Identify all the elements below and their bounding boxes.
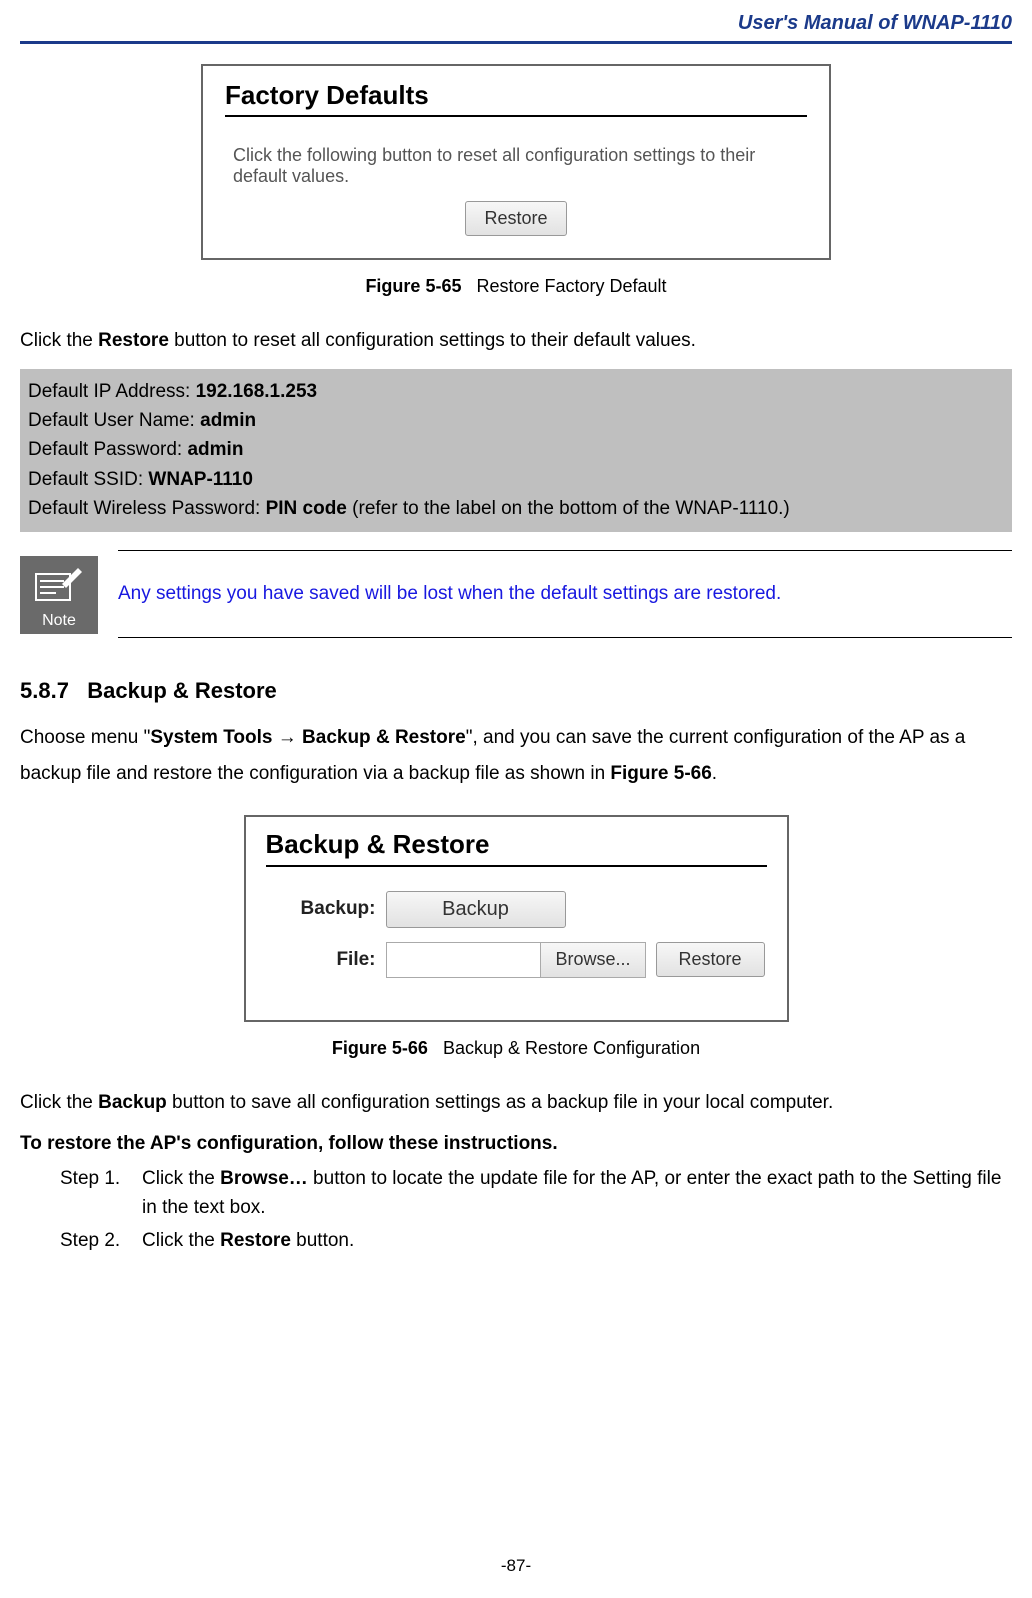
backup-button[interactable]: Backup — [386, 891, 566, 928]
restore-steps: Step 1. Click the Browse… button to loca… — [60, 1164, 1012, 1256]
file-text-field[interactable] — [387, 943, 541, 977]
default-wpass-row: Default Wireless Password: PIN code (ref… — [28, 494, 1004, 523]
figure-5-65-caption: Figure 5-65 Restore Factory Default — [20, 276, 1012, 297]
section-title: Backup & Restore — [87, 678, 277, 703]
restore-button[interactable]: Restore — [465, 201, 566, 236]
backup-restore-intro: Choose menu "System Tools → Backup & Res… — [20, 720, 1012, 792]
default-wpass-label: Default Wireless Password: — [28, 498, 266, 519]
file-label: File: — [266, 949, 376, 971]
intro-system-tools: System Tools — [150, 727, 272, 748]
figure-5-66-text: Backup & Restore Configuration — [443, 1038, 700, 1058]
page-header-title: User's Manual of WNAP-1110 — [20, 0, 1012, 41]
defaults-box: Default IP Address: 192.168.1.253 Defaul… — [20, 369, 1012, 532]
backup-restore-rule — [266, 865, 767, 867]
default-user-row: Default User Name: admin — [28, 406, 1004, 435]
note-block: Note Any settings you have saved will be… — [20, 550, 1012, 639]
step-1-label: Step 1. — [60, 1164, 142, 1223]
restore-heading: To restore the AP's configuration, follo… — [20, 1130, 1012, 1158]
step-2-bold: Restore — [220, 1230, 291, 1251]
step-2-text: Click the Restore button. — [142, 1226, 354, 1255]
step-2-label: Step 2. — [60, 1226, 142, 1255]
note-text: Any settings you have saved will be lost… — [118, 581, 1012, 608]
default-ssid-value: WNAP-1110 — [148, 469, 253, 490]
file-input[interactable]: Browse... — [386, 942, 646, 978]
default-pass-row: Default Password: admin — [28, 435, 1004, 464]
step-2-post: button. — [291, 1230, 354, 1251]
page-number: -87- — [0, 1556, 1032, 1576]
intro-figure-ref: Figure 5-66 — [610, 763, 711, 784]
intro-arrow: → — [272, 727, 302, 748]
backup-label: Backup: — [266, 898, 376, 920]
default-ssid-row: Default SSID: WNAP-1110 — [28, 465, 1004, 494]
restore-instruction: Click the Restore button to reset all co… — [20, 327, 1012, 355]
restore-instruction-bold: Restore — [98, 330, 169, 351]
figure-5-66-label: Figure 5-66 — [332, 1038, 428, 1058]
default-ssid-label: Default SSID: — [28, 469, 148, 490]
default-ip-row: Default IP Address: 192.168.1.253 — [28, 377, 1004, 406]
factory-defaults-rule — [225, 115, 807, 117]
default-user-label: Default User Name: — [28, 410, 200, 431]
figure-5-66-caption: Figure 5-66 Backup & Restore Configurati… — [20, 1038, 1012, 1059]
note-icon: Note — [20, 556, 98, 634]
intro-post: . — [712, 763, 717, 784]
note-bottom-rule — [118, 637, 1012, 638]
section-number: 5.8.7 — [20, 678, 69, 703]
default-ip-value: 192.168.1.253 — [196, 381, 318, 402]
default-ip-label: Default IP Address: — [28, 381, 196, 402]
step-1-text: Click the Browse… button to locate the u… — [142, 1164, 1012, 1223]
step-1: Step 1. Click the Browse… button to loca… — [60, 1164, 1012, 1223]
step-2: Step 2. Click the Restore button. — [60, 1226, 1012, 1255]
backup-restore-title: Backup & Restore — [266, 829, 767, 860]
intro-pre: Choose menu " — [20, 727, 150, 748]
backup-instruction: Click the Backup button to save all conf… — [20, 1089, 1012, 1117]
factory-defaults-panel: Factory Defaults Click the following but… — [201, 64, 831, 260]
note-top-rule — [118, 550, 1012, 551]
restore-file-button[interactable]: Restore — [656, 942, 765, 977]
note-icon-label: Note — [42, 612, 76, 630]
backup-instruction-pre: Click the — [20, 1092, 98, 1113]
backup-instruction-post: button to save all configuration setting… — [167, 1092, 833, 1113]
browse-button[interactable]: Browse... — [540, 943, 644, 977]
figure-5-65-label: Figure 5-65 — [365, 276, 461, 296]
restore-instruction-post: button to reset all configuration settin… — [169, 330, 696, 351]
factory-defaults-title: Factory Defaults — [225, 80, 807, 111]
intro-backup-restore: Backup & Restore — [302, 727, 466, 748]
default-wpass-post: (refer to the label on the bottom of the… — [347, 498, 790, 519]
factory-defaults-text: Click the following button to reset all … — [225, 145, 807, 187]
step-2-pre: Click the — [142, 1230, 220, 1251]
figure-5-65-text: Restore Factory Default — [476, 276, 666, 296]
section-5-8-7-heading: 5.8.7 Backup & Restore — [20, 678, 1012, 704]
backup-instruction-bold: Backup — [98, 1092, 167, 1113]
step-1-pre: Click the — [142, 1168, 220, 1189]
default-pass-value: admin — [187, 439, 243, 460]
restore-instruction-pre: Click the — [20, 330, 98, 351]
header-rule — [20, 41, 1012, 44]
step-1-bold: Browse… — [220, 1168, 308, 1189]
backup-restore-panel: Backup & Restore Backup: Backup File: Br… — [244, 815, 789, 1022]
default-wpass-value: PIN code — [266, 498, 347, 519]
default-pass-label: Default Password: — [28, 439, 187, 460]
default-user-value: admin — [200, 410, 256, 431]
